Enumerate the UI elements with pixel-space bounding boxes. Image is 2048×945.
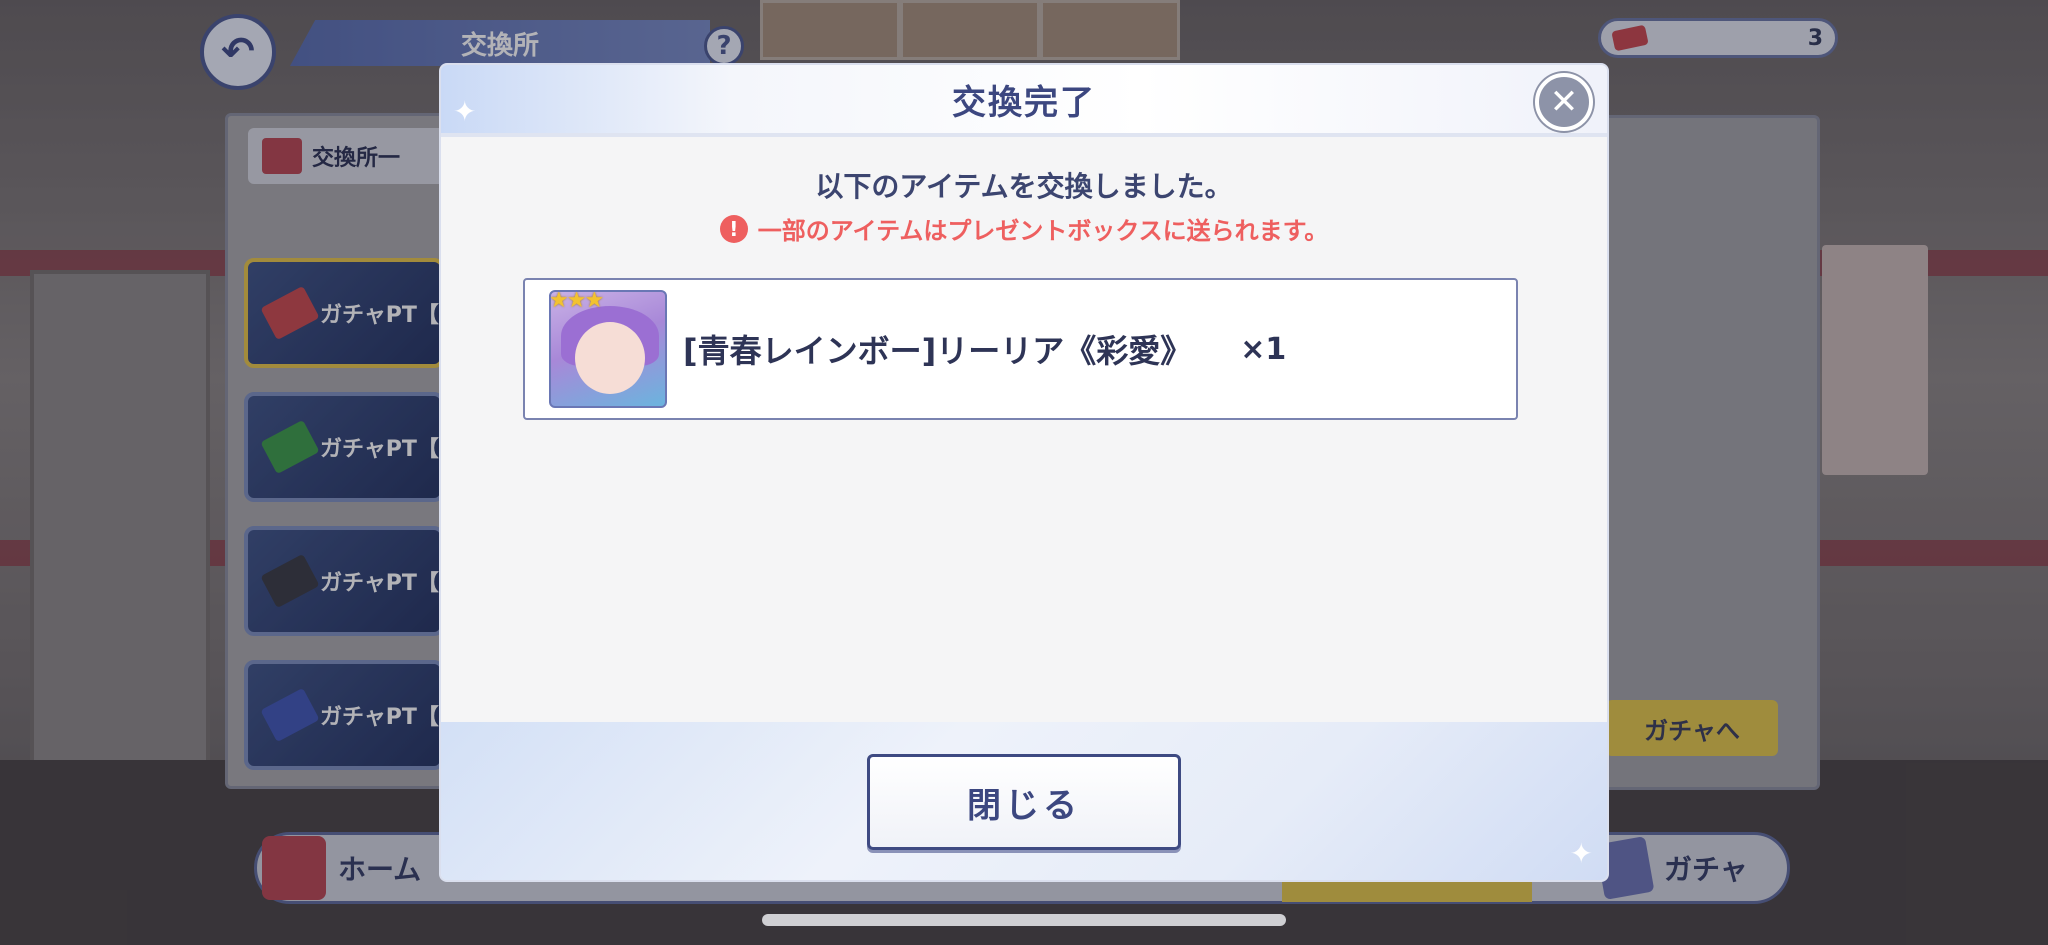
item-quantity: ×1 (1240, 331, 1287, 367)
item-name: [青春レインボー]リーリア《彩愛》 (683, 332, 1193, 370)
dialog-message: 以下のアイテムを交換しました。 (815, 170, 1233, 203)
character-card-thumbnail[interactable]: ★★★ (549, 290, 667, 408)
exchange-complete-dialog: ✦ 交換完了 ✕ 以下のアイテムを交換しました。 ! 一部のアイテムはプレゼント… (441, 65, 1607, 880)
close-button[interactable]: 閉じる (867, 754, 1181, 850)
sparkle-icon: ✦ (1569, 837, 1593, 870)
dialog-warning-text: 一部のアイテムはプレゼントボックスに送られます。 (757, 217, 1329, 245)
exchanged-item-row: ★★★ [青春レインボー]リーリア《彩愛》 ×1 (523, 278, 1518, 420)
home-indicator[interactable] (762, 914, 1286, 926)
dialog-warning: ! 一部のアイテムはプレゼントボックスに送られます。 (441, 211, 1607, 246)
close-x-button[interactable]: ✕ (1535, 73, 1593, 131)
exclamation-icon: ! (719, 214, 748, 243)
close-x-icon: ✕ (1549, 82, 1579, 122)
rarity-stars: ★★★ (549, 290, 604, 313)
dialog-header: ✦ 交換完了 ✕ (441, 65, 1607, 137)
sparkle-icon: ✦ (453, 95, 477, 128)
dialog-title: 交換完了 (952, 82, 1096, 123)
character-face (575, 322, 645, 394)
